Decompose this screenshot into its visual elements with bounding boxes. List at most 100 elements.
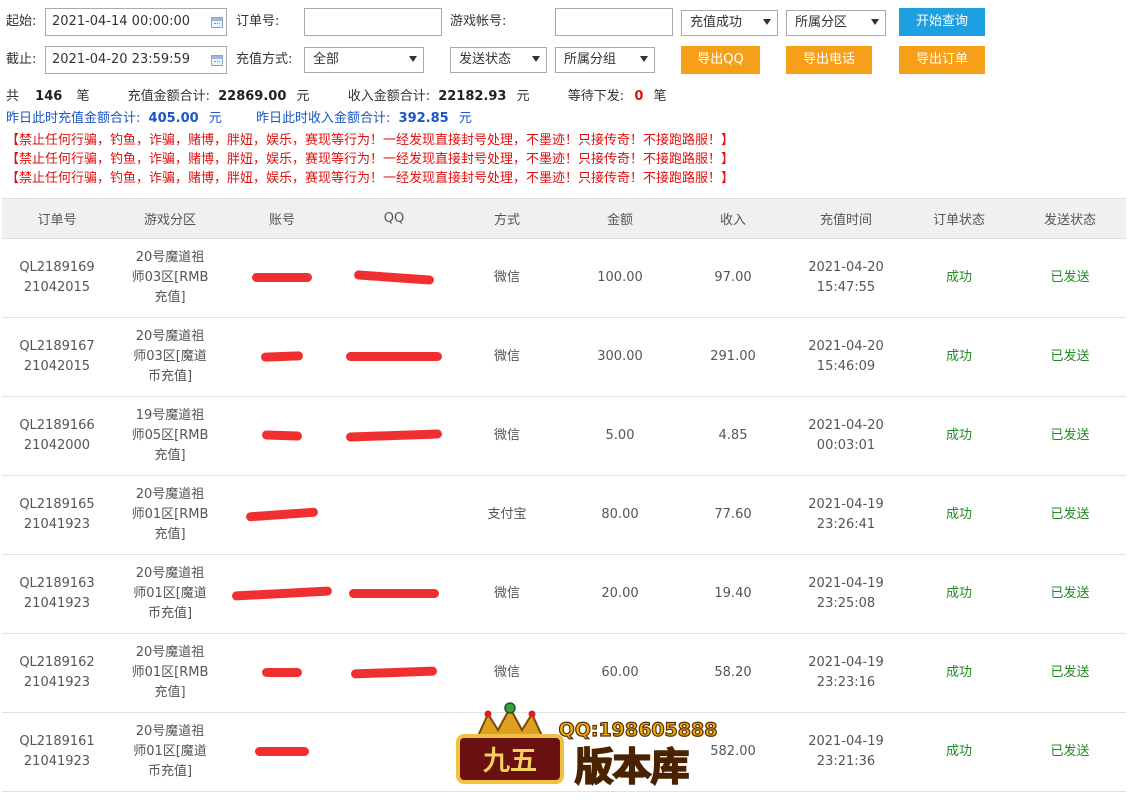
total-count: 146 [35,89,63,104]
order-number-suffix: 21041923 [23,517,91,532]
redacted-account [255,747,309,756]
recharge-time: 15:47:55 [816,280,876,295]
recharge-date: 2021-04-20 [808,418,884,433]
start-label: 起始: [6,14,37,29]
yesterday-income-label: 昨日此时收入金额合计: [256,111,391,126]
col-qq: QQ [336,198,452,239]
order-status-cell: 成功 [904,554,1014,634]
redacted-account [260,351,304,362]
redacted-account [252,273,312,282]
zone-line: 师05区[RMB [131,428,209,443]
amount-cell: 80.00 [562,475,678,555]
game-account-input[interactable] [555,8,673,36]
account-cell [228,554,336,634]
redacted-account [245,507,319,522]
redacted-qq [346,352,442,361]
qq-cell [336,317,452,397]
warning-notice: 【禁止任何行骗，钓鱼，诈骗，赌博，胖妞，娱乐，赛现等行为！一经发现直接封号处理，… [6,152,735,167]
income-total: 22182.93 [438,89,507,104]
recharge-time: 15:46:09 [816,359,876,374]
recharge-time: 23:21:36 [816,754,876,769]
send-status-cell: 已发送 [1014,633,1126,713]
order-cell: QL2189169 21042015 [2,238,112,318]
method-select[interactable]: 全部 [304,47,424,73]
recharge-status-select[interactable]: 充值成功 [681,10,778,36]
amount-cell: 20.00 [562,554,678,634]
qq-cell [336,712,452,792]
method-label: 充值方式: [236,52,293,67]
send-status-select[interactable]: 发送状态 [450,47,547,73]
chevron-down-icon [763,19,771,25]
method-cell: 微信 [452,396,562,476]
yesterday-income-unit: 元 [458,111,472,126]
income-label: 收入金额合计: [347,89,431,104]
pending-unit: 笔 [653,89,667,104]
zone-value: 所属分区 [795,15,848,30]
time-cell: 2021-04-19 23:25:08 [788,554,904,634]
start-date-value: 2021-04-14 00:00:00 [52,14,191,29]
recharge-time: 23:26:41 [816,517,876,532]
start-date-input[interactable]: 2021-04-14 00:00:00 [45,8,227,36]
order-number-suffix: 21041923 [23,754,91,769]
pending-label: 等待下发: [567,89,625,104]
col-income: 收入 [678,198,788,239]
zone-line: 20号魔道祖 [135,645,205,660]
income-cell: 291.00 [678,317,788,397]
order-number-input[interactable] [304,8,442,36]
col-time: 充值时间 [788,198,904,239]
order-number: QL2189169 [19,260,95,275]
chevron-down-icon [532,56,540,62]
yesterday-line: 昨日此时充值金额合计: 405.00 元 昨日此时收入金额合计: 392.85 … [6,109,472,129]
order-number: QL2189167 [19,339,95,354]
order-number-suffix: 21042015 [23,280,91,295]
recharge-date: 2021-04-19 [808,734,884,749]
order-cell: QL2189167 21042015 [2,317,112,397]
filter-bar: 起始: 2021-04-14 00:00:00 订单号: 游戏帐号: 充值成功 … [0,0,1145,82]
redacted-account [261,430,303,441]
recharge-time: 23:23:16 [816,675,876,690]
order-cell: QL2189165 21041923 [2,475,112,555]
redacted-qq [350,666,438,679]
order-cell: QL2189163 21041923 [2,554,112,634]
order-number: QL2189162 [19,655,95,670]
account-cell [228,317,336,397]
table-row: QL2189167 21042015 20号魔道祖 师03区[魔道 币充值] 微信 300.… [2,317,1126,397]
end-date-input[interactable]: 2021-04-20 23:59:59 [45,46,227,74]
zone-line: 20号魔道祖 [135,487,205,502]
recharge-date: 2021-04-19 [808,497,884,512]
yesterday-recharge-label: 昨日此时充值金额合计: [6,111,141,126]
redacted-account [231,586,333,601]
qq-cell [336,633,452,713]
calendar-icon[interactable] [211,17,223,28]
account-cell [228,712,336,792]
send-status-cell: 已发送 [1014,238,1126,318]
pending-count: 0 [634,89,644,104]
export-order-button[interactable]: 导出订单 [899,46,985,74]
zone-select[interactable]: 所属分区 [786,10,886,36]
zone-line: 师01区[魔道 [133,744,207,759]
order-number-suffix: 21041923 [23,596,91,611]
zone-line: 师01区[RMB [131,665,209,680]
account-cell [228,396,336,476]
zone-line: 师01区[RMB [131,507,209,522]
order-status-cell: 成功 [904,475,1014,555]
time-cell: 2021-04-20 00:03:01 [788,396,904,476]
order-status-cell: 成功 [904,317,1014,397]
calendar-icon[interactable] [211,55,223,66]
export-qq-button[interactable]: 导出QQ [681,46,760,74]
income-cell: 4.85 [678,396,788,476]
recharge-label: 充值金额合计: [127,89,210,104]
income-cell: 97.00 [678,238,788,318]
zone-line: 充值] [154,290,186,305]
table-row: QL2189165 21041923 20号魔道祖 师01区[RMB 充值] 支付宝 80.… [2,475,1126,555]
order-status-cell: 成功 [904,396,1014,476]
export-phone-button[interactable]: 导出电话 [786,46,872,74]
order-number: QL2189161 [19,734,95,749]
chevron-down-icon [640,56,648,62]
qq-cell [336,554,452,634]
time-cell: 2021-04-19 23:21:36 [788,712,904,792]
time-cell: 2021-04-19 23:23:16 [788,633,904,713]
group-select[interactable]: 所属分组 [555,47,655,73]
query-button[interactable]: 开始查询 [899,8,985,36]
zone-line: 20号魔道祖 [135,250,205,265]
